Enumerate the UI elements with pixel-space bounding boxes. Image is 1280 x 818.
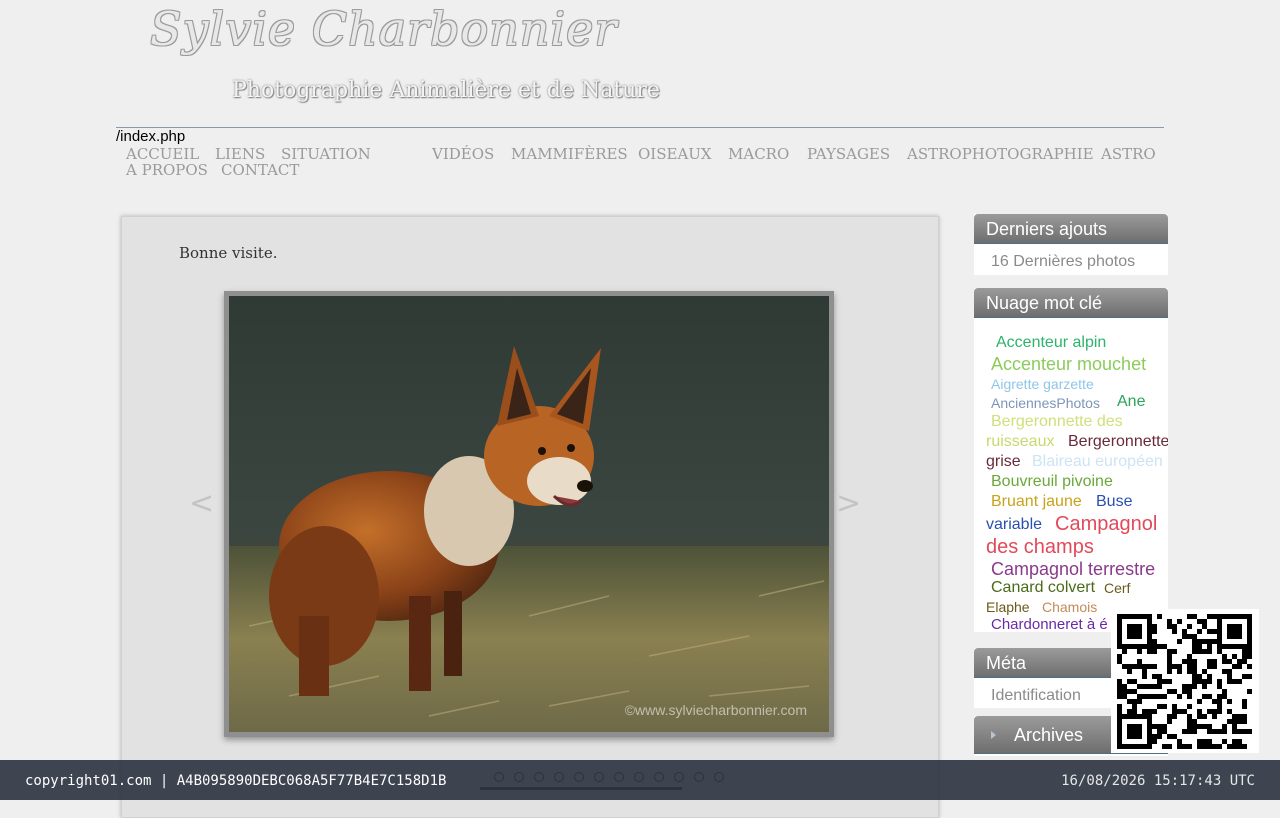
tag-bouvreuil-pivoine[interactable]: Bouvreuil pivoine	[991, 473, 1113, 491]
slideshow-next-arrow[interactable]: >	[836, 486, 861, 521]
fox-photo-image	[229, 296, 829, 732]
qr-code-graphic	[1117, 614, 1252, 749]
nav-item-astrophotographie[interactable]: ASTROPHOTOGRAPHIE	[907, 145, 1094, 163]
widget-derniers-ajouts: Derniers ajouts 16 Dernières photos	[974, 214, 1168, 275]
link-dernieres-photos[interactable]: 16 Dernières photos	[974, 244, 1168, 280]
qr-code-icon	[1111, 609, 1259, 753]
triangle-right-icon	[991, 731, 996, 739]
tag-accenteur-alpin[interactable]: Accenteur alpin	[996, 334, 1106, 352]
copyright-text: copyright01.com | A4B095890DEBC068A5F77B…	[25, 773, 447, 789]
page-path: /index.php	[116, 128, 186, 145]
tag-bergeronnette-des-ruisseaux[interactable]: Bergeronnette des	[991, 413, 1123, 431]
widget-title-nuage-mot-cle: Nuage mot clé	[974, 288, 1168, 318]
tag-bruant-jaune[interactable]: Bruant jaune	[991, 493, 1082, 511]
copyright-bar: copyright01.com | A4B095890DEBC068A5F77B…	[0, 760, 1280, 800]
header-divider	[116, 127, 1164, 128]
nav-item-oiseaux[interactable]: OISEAUX	[638, 145, 712, 163]
nav-item-astro[interactable]: ASTRO	[1101, 145, 1156, 163]
tag-accenteur-mouchet[interactable]: Accenteur mouchet	[991, 354, 1146, 375]
tag-bergeronnette-des-ruisseaux-2[interactable]: ruisseaux	[986, 433, 1054, 451]
nav-item-videos[interactable]: VIDÉOS	[432, 145, 494, 163]
archives-label: Archives	[1014, 725, 1084, 745]
tag-bergeronnette-grise-2[interactable]: grise	[986, 453, 1021, 471]
slideshow-photo-fox[interactable]: ©www.sylviecharbonnier.com	[229, 296, 829, 732]
tag-cerf-elaphe-2[interactable]: Elaphe	[986, 599, 1030, 615]
tag-aigrette-garzette[interactable]: Aigrette garzette	[991, 376, 1094, 392]
slideshow-frame: ©www.sylviecharbonnier.com	[224, 291, 834, 737]
widget-nuage-mot-cle: Nuage mot clé Accenteur alpin Accenteur …	[974, 288, 1168, 632]
tag-campagnol-terrestre[interactable]: Campagnol terrestre	[991, 559, 1155, 580]
tag-bergeronnette-grise[interactable]: Bergeronnette	[1068, 433, 1168, 451]
slideshow-prev-arrow[interactable]: <	[189, 486, 214, 521]
tag-buse-variable[interactable]: Buse	[1096, 493, 1132, 511]
photo-watermark: ©www.sylviecharbonnier.com	[624, 702, 807, 718]
tag-blaireau-europeen[interactable]: Blaireau européen	[1032, 453, 1163, 471]
tag-buse-variable-2[interactable]: variable	[986, 516, 1042, 534]
tag-anciennesphotos[interactable]: AnciennesPhotos	[991, 395, 1100, 411]
site-subtitle: Photographie Animalière et de Nature	[232, 78, 660, 103]
widget-title-derniers-ajouts: Derniers ajouts	[974, 214, 1168, 244]
tag-ane[interactable]: Ane	[1117, 393, 1145, 411]
timestamp-text: 16/08/2026 15:17:43 UTC	[1061, 773, 1255, 789]
tag-canard-colvert[interactable]: Canard colvert	[991, 579, 1095, 597]
tag-cloud: Accenteur alpin Accenteur mouchet Aigret…	[974, 318, 1168, 632]
nav-item-paysages[interactable]: PAYSAGES	[807, 145, 890, 163]
nav-item-mammiferes[interactable]: MAMMIFÈRES	[511, 145, 628, 163]
tag-campagnol-des-champs-2[interactable]: des champs	[986, 536, 1094, 559]
tag-chardonneret[interactable]: Chardonneret à é	[991, 616, 1108, 632]
nav-item-a-propos[interactable]: A PROPOS	[126, 161, 208, 179]
nav-item-macro[interactable]: MACRO	[728, 145, 789, 163]
tag-campagnol-des-champs[interactable]: Campagnol	[1055, 513, 1157, 536]
tag-cerf-elaphe[interactable]: Cerf	[1104, 580, 1130, 596]
greeting-text: Bonne visite.	[179, 244, 278, 262]
tag-chamois[interactable]: Chamois	[1042, 599, 1097, 615]
site-title-logo[interactable]: Sylvie Charbonnier	[150, 2, 617, 56]
nav-item-contact[interactable]: CONTACT	[221, 161, 299, 179]
